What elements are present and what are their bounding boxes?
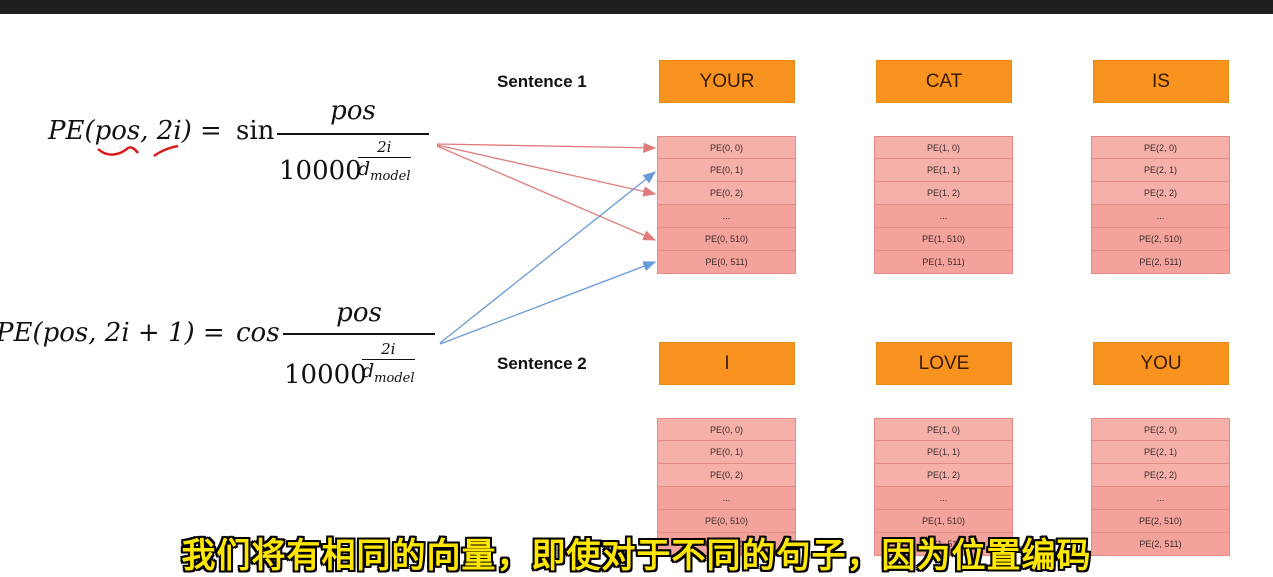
arrow-sin-to-pe510 — [436, 145, 657, 241]
pe-cell: ... — [874, 487, 1013, 510]
pe-stack-s1-w2: PE(2, 0) PE(2, 1) PE(2, 2) ... PE(2, 510… — [1091, 136, 1230, 274]
arrow-cos-to-pe1 — [439, 171, 657, 344]
arrow-sin-to-pe2 — [436, 144, 657, 197]
pe-cell: PE(1, 2) — [874, 464, 1013, 487]
pe-cell: PE(2, 1) — [1091, 159, 1230, 182]
pe-cell: PE(2, 511) — [1091, 251, 1230, 274]
pe-cell: PE(1, 2) — [874, 182, 1013, 205]
arrow-sin-to-pe0 — [436, 142, 657, 153]
arrow-layer — [436, 142, 657, 345]
pe-cell: PE(0, 1) — [657, 159, 796, 182]
sentence-2-label: Sentence 2 — [497, 354, 587, 373]
pe-cell: PE(2, 2) — [1091, 464, 1230, 487]
pe-cell: PE(2, 0) — [1091, 418, 1230, 441]
word-box-cat: CAT — [876, 60, 1012, 103]
pe-cell: PE(2, 0) — [1091, 136, 1230, 159]
pe-cell: ... — [657, 487, 796, 510]
pe-stack-s1-w0: PE(0, 0) PE(0, 1) PE(0, 2) ... PE(0, 510… — [657, 136, 796, 274]
video-subtitle: 我们将有相同的向量，即使对于不同的句子，因为位置编码 — [181, 536, 1092, 576]
word-box-i: I — [659, 342, 795, 385]
pe-cell: PE(0, 0) — [657, 418, 796, 441]
pe-cell: PE(0, 2) — [657, 182, 796, 205]
pe-cell: PE(0, 0) — [657, 136, 796, 159]
word-box-you: YOU — [1093, 342, 1229, 385]
pe-cell: PE(1, 511) — [874, 251, 1013, 274]
pe-cell: PE(2, 1) — [1091, 441, 1230, 464]
pe-cell: PE(1, 1) — [874, 159, 1013, 182]
pe-cell: PE(1, 0) — [874, 418, 1013, 441]
pe-cell: PE(0, 511) — [657, 251, 796, 274]
pe-cell: PE(2, 2) — [1091, 182, 1230, 205]
word-box-your: YOUR — [659, 60, 795, 103]
pe-cell: PE(0, 510) — [657, 228, 796, 251]
pe-cell: ... — [657, 205, 796, 228]
pe-cell: ... — [1091, 205, 1230, 228]
pe-cell: PE(0, 2) — [657, 464, 796, 487]
pe-cell: PE(2, 510) — [1091, 228, 1230, 251]
pe-cell: PE(1, 0) — [874, 136, 1013, 159]
pe-cell: ... — [874, 205, 1013, 228]
word-box-is: IS — [1093, 60, 1229, 103]
pe-cell: PE(1, 1) — [874, 441, 1013, 464]
arrow-cos-to-pe511 — [439, 261, 657, 345]
word-box-love: LOVE — [876, 342, 1012, 385]
pe-stack-s1-w1: PE(1, 0) PE(1, 1) PE(1, 2) ... PE(1, 510… — [874, 136, 1013, 274]
pe-cell: ... — [1091, 487, 1230, 510]
pe-cell: PE(0, 1) — [657, 441, 796, 464]
sentence-1-label: Sentence 1 — [497, 72, 587, 91]
pe-cell: PE(1, 510) — [874, 228, 1013, 251]
